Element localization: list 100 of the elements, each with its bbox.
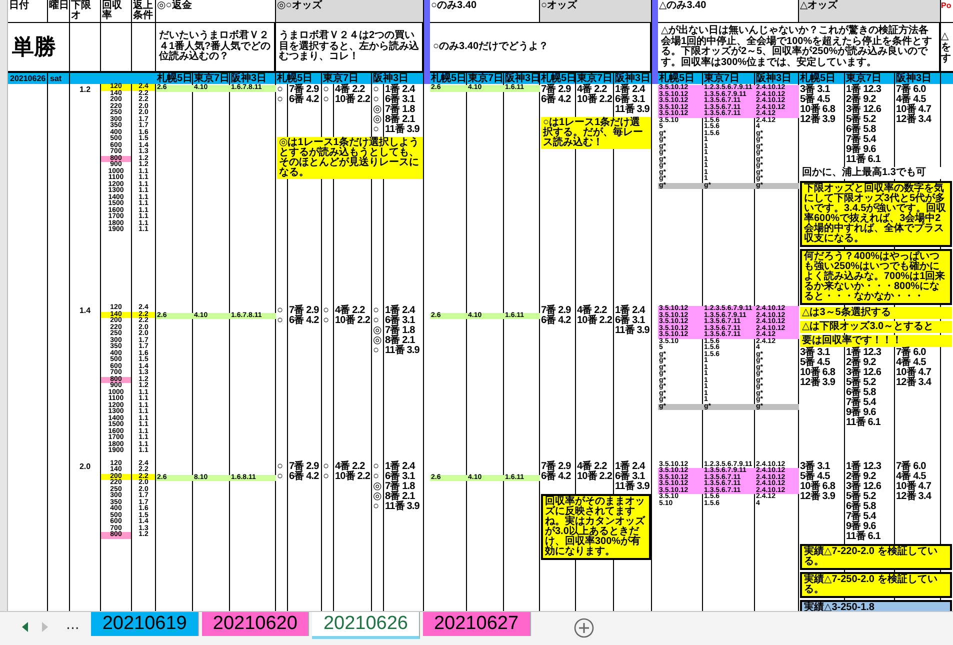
table-cell-text: ○: [276, 306, 284, 316]
table-cell-text: 12番 3.9: [799, 115, 836, 125]
add-sheet-icon[interactable]: [574, 618, 594, 638]
venue-label: 札幌5日: [156, 73, 193, 84]
table-cell-text: 7番 5.4: [845, 135, 878, 145]
group-header: △のみ3.40: [658, 0, 799, 23]
comment-box: ◎は1レース1条だけ選択しようとするが読み込もうとしても、そのほとんどが見送りレースになる。: [277, 137, 423, 179]
table-cell-text: 4番 2.2: [576, 462, 608, 472]
table-cell-text: 11番 6.1: [845, 532, 882, 542]
table-cell-text: 8番 2.1: [384, 336, 416, 346]
table-cell-text: 7番 2.9: [540, 85, 572, 95]
table-cell-text: ○: [322, 95, 330, 105]
comment-box: ○は1レース1条だけ選択する。だが、毎レース読み込む！: [541, 117, 651, 149]
table-cell-text: 1番 2.4: [384, 462, 416, 472]
table-cell-text: 10番 6.8: [799, 368, 836, 378]
group-header: △オッズ: [799, 0, 941, 23]
table-cell-text: 10番 6.8: [799, 482, 836, 492]
more-sheets-button[interactable]: ...: [64, 616, 82, 634]
table-cell-text: 6番 4.2: [288, 95, 320, 105]
table-cell-text: 6番 5.8: [845, 125, 877, 135]
table-cell-text: 7番 2.9: [288, 462, 320, 472]
table-cell-text: 1番 2.4: [384, 306, 416, 316]
table-cell-text: ◎: [372, 115, 382, 125]
table-cell-text: 1番 12.3: [845, 462, 882, 472]
table-cell-text: 3番 3.1: [799, 348, 831, 358]
comment-box: 要は回収率です！！！: [800, 335, 952, 347]
table-cell-text: 10番 2.2: [334, 472, 372, 482]
table-cell-text: 11番 6.1: [845, 418, 882, 428]
sheet-tab[interactable]: 20210620: [202, 612, 310, 636]
table-cell-text: 4番 2.2: [576, 85, 608, 95]
table-cell-text: 11番 3.9: [614, 326, 650, 336]
table-cell-text: 3番 3.1: [799, 85, 831, 95]
table-cell-text: 11番 3.9: [384, 502, 420, 512]
table-cell-text: 7番 6.0: [895, 348, 927, 358]
comment-box: 下限オッズと回収率の数字を気にして下限オッズ3代と5代が多いです。3.4.5が強いです。回収率600%で抜えれば、3会場中2会場的中すれば、全体でプラス収支になる。: [800, 181, 952, 247]
table-cell-text: 10番 6.8: [799, 105, 836, 115]
table-cell-text: 10番 4.7: [895, 368, 932, 378]
table-cell-text: ○: [322, 316, 330, 326]
table-cell-text: 1.2: [78, 84, 92, 95]
table-cell-text: 7番 5.4: [845, 512, 878, 522]
table-cell-text: ○: [372, 346, 380, 356]
header-note: △: [941, 30, 950, 42]
table-cell-text: 5番 4.5: [799, 358, 831, 368]
table-cell-text: ◎: [372, 482, 382, 492]
comment-box: 実績△7-250-2.0 を検証している。: [800, 572, 952, 598]
venue-label: 東京7日: [703, 73, 755, 84]
weekday-cell: sat: [48, 73, 70, 84]
table-cell-text: 7番 5.4: [845, 398, 878, 408]
table-cell-text: 12番 3.4: [895, 492, 932, 502]
table-cell-text: 3番 3.1: [799, 462, 831, 472]
table-cell-text: 1番 2.4: [384, 85, 416, 95]
venue-label: 東京7日: [322, 73, 372, 84]
table-cell-text: 10番 4.7: [895, 105, 932, 115]
table-cell-text: ○: [372, 502, 380, 512]
table-cell-text: 10番 2.2: [334, 316, 372, 326]
table-cell-text: 6番 4.2: [540, 316, 572, 326]
sheet-tab[interactable]: 20210626: [312, 612, 420, 639]
sheet-tab[interactable]: 20210627: [422, 612, 531, 636]
table-cell-text: 11番 3.9: [384, 125, 420, 135]
table-cell-text: 8番 2.1: [384, 115, 416, 125]
venue-label: 東京7日: [845, 73, 895, 84]
venue-label: 東京7日: [576, 73, 614, 84]
table-cell-text: 12番 3.9: [799, 492, 836, 502]
table-cell-text: ○: [276, 462, 284, 472]
table-cell-text: 7番 6.0: [895, 85, 927, 95]
table-cell-text: 9番 9.6: [845, 522, 877, 532]
venue-label: 札幌5日: [276, 73, 322, 84]
table-cell-text: 10番 2.2: [334, 95, 372, 105]
table-cell-text: 6番 3.1: [614, 472, 646, 482]
column-header: 曜日: [48, 0, 70, 23]
table-cell-text: 6番 4.2: [288, 316, 320, 326]
table-cell-text: ○: [372, 95, 380, 105]
table-cell-text: 2番 9.2: [845, 472, 877, 482]
column-header: 日付: [8, 0, 48, 23]
table-cell-text: 7番 2.9: [288, 85, 320, 95]
table-cell-text: ○: [276, 95, 284, 105]
table-cell-text: 7番 6.0: [895, 462, 927, 472]
table-cell-text: 12番 3.4: [895, 378, 932, 388]
table-cell-text: 11番 6.1: [845, 155, 882, 165]
table-cell-text: 1番 2.4: [614, 462, 646, 472]
table-cell-text: 6番 4.2: [288, 472, 320, 482]
table-cell-text: ○: [276, 85, 284, 95]
table-cell-text: 1番 12.3: [845, 348, 882, 358]
table-cell-text: 9番 9.6: [845, 145, 877, 155]
header-note: す: [941, 52, 952, 64]
column-header: 下限オ: [70, 0, 101, 23]
venue-label: 阪神3日: [895, 73, 941, 84]
table-cell-text: ○: [372, 462, 380, 472]
table-cell-text: 5番 4.5: [799, 95, 831, 105]
sheet-tab[interactable]: 20210619: [91, 612, 199, 636]
table-cell-text: 7番 2.9: [540, 462, 572, 472]
table-cell-text: ◎: [372, 336, 382, 346]
venue-label: 札幌5日: [540, 73, 576, 84]
table-cell-text: ○: [276, 316, 284, 326]
scroll-left-icon[interactable]: [22, 622, 29, 632]
group-header: ○のみ3.40: [430, 0, 540, 23]
table-cell-text: 3番 12.6: [845, 368, 882, 378]
venue-label: 阪神3日: [755, 73, 799, 84]
table-cell-text: 6番 3.1: [614, 316, 646, 326]
table-cell-text: 7番 2.9: [288, 306, 320, 316]
